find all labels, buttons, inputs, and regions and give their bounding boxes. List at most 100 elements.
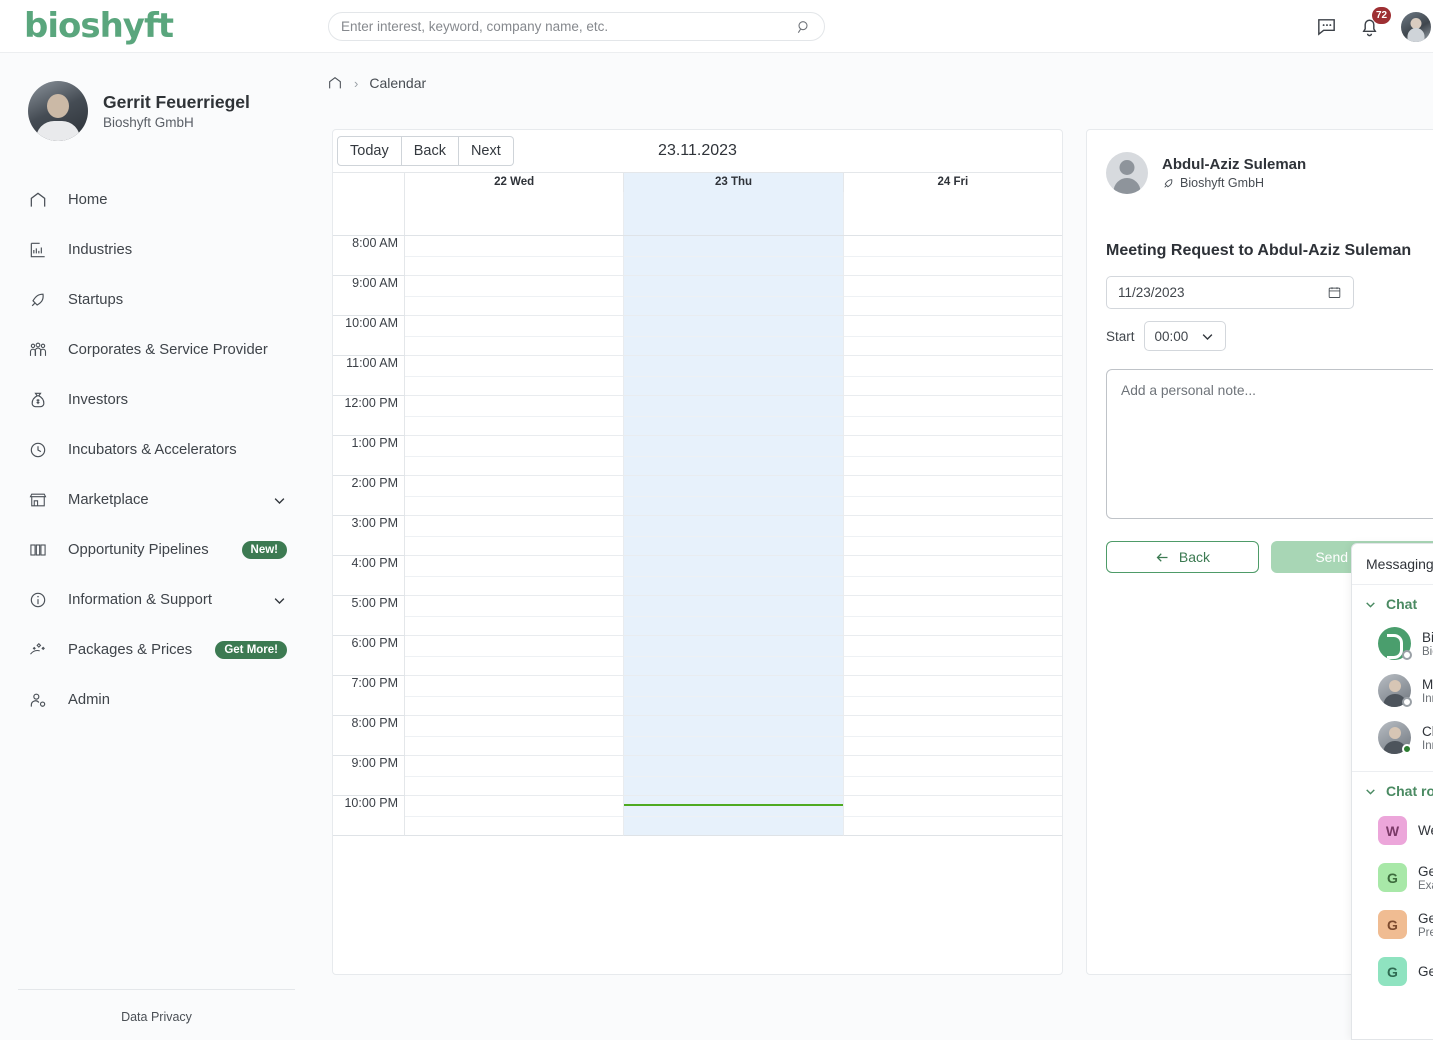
list-item[interactable]: G Ge Pre: [1352, 901, 1433, 948]
calendar-slot[interactable]: [624, 716, 844, 756]
list-item[interactable]: G Ge Exa: [1352, 854, 1433, 901]
calendar-slot[interactable]: [624, 316, 844, 356]
calendar-slot[interactable]: [624, 596, 844, 636]
calendar-slot[interactable]: [405, 716, 625, 756]
calendar-slot[interactable]: [843, 316, 1062, 356]
global-search[interactable]: [328, 12, 825, 41]
back-button[interactable]: Back: [401, 135, 459, 167]
calendar-slot[interactable]: [843, 276, 1062, 316]
calendar-slot[interactable]: [624, 636, 844, 676]
calendar-slot[interactable]: [624, 276, 844, 316]
user-avatar[interactable]: [1401, 11, 1431, 42]
sidebar-item-packages-prices[interactable]: Packages & Prices Get More!: [0, 625, 313, 675]
calendar-slot[interactable]: [624, 796, 844, 836]
search-input[interactable]: [341, 19, 796, 34]
room-sub: Exa: [1418, 879, 1433, 892]
next-button[interactable]: Next: [458, 135, 514, 167]
sidebar-item-admin[interactable]: Admin: [0, 675, 313, 725]
sidebar-item-corporates[interactable]: Corporates & Service Provider: [0, 325, 313, 375]
calendar-slot[interactable]: [843, 516, 1062, 556]
notifications-bell-icon[interactable]: 72: [1358, 7, 1391, 38]
start-time-select[interactable]: 00:00: [1143, 321, 1227, 351]
calendar-slot[interactable]: [405, 796, 625, 836]
chevron-down-icon[interactable]: [272, 593, 287, 608]
calendar-slot[interactable]: [624, 476, 844, 516]
calendar-slot[interactable]: [843, 756, 1062, 796]
calendar-slot[interactable]: [843, 676, 1062, 716]
calendar-slot[interactable]: [843, 236, 1062, 276]
chat-rooms-section-header[interactable]: Chat roo: [1352, 772, 1433, 807]
list-item[interactable]: W We: [1352, 807, 1433, 854]
calendar-slot[interactable]: [843, 476, 1062, 516]
search-icon[interactable]: [796, 19, 812, 35]
calendar-hour-row: 12:00 PM: [333, 396, 1062, 436]
sidebar-item-startups[interactable]: Startups: [0, 275, 313, 325]
list-item[interactable]: G Ge: [1352, 948, 1433, 995]
meeting-date-field[interactable]: 11/23/2023: [1106, 276, 1354, 309]
calendar-slot[interactable]: [624, 516, 844, 556]
home-icon[interactable]: [327, 75, 343, 91]
back-button-label: Back: [1178, 549, 1211, 565]
calendar-slot[interactable]: [624, 236, 844, 276]
data-privacy-link[interactable]: Data Privacy: [121, 1010, 192, 1024]
sidebar-item-opportunity-pipelines[interactable]: Opportunity Pipelines New!: [0, 525, 313, 575]
sidebar-item-home[interactable]: Home: [0, 175, 313, 225]
calendar-slot[interactable]: [405, 316, 625, 356]
calendar-slot[interactable]: [843, 716, 1062, 756]
calendar-slot[interactable]: [405, 676, 625, 716]
calendar-slot[interactable]: [843, 436, 1062, 476]
calendar-slot[interactable]: [843, 356, 1062, 396]
all-day-cell[interactable]: [844, 192, 1062, 235]
chevron-down-icon[interactable]: [1200, 329, 1215, 344]
list-item[interactable]: Chr Inn: [1352, 714, 1433, 761]
sidebar-item-marketplace[interactable]: Marketplace: [0, 475, 313, 525]
day-header-24[interactable]: 24 Fri: [844, 173, 1062, 192]
avatar: G: [1378, 957, 1407, 986]
sidebar-profile[interactable]: Gerrit Feuerriegel Bioshyft GmbH: [0, 53, 313, 141]
chat-section-header[interactable]: Chat: [1352, 585, 1433, 620]
messages-icon[interactable]: [1315, 15, 1338, 38]
personal-note-input[interactable]: [1106, 369, 1433, 519]
calendar-slot[interactable]: [405, 436, 625, 476]
day-header-23-today[interactable]: 23 Thu: [624, 173, 844, 192]
calendar-hour-row: 4:00 PM: [333, 556, 1062, 596]
sidebar-item-information-support[interactable]: Information & Support: [0, 575, 313, 625]
calendar-slot[interactable]: [405, 236, 625, 276]
calendar-slot[interactable]: [624, 556, 844, 596]
calendar-slot[interactable]: [624, 396, 844, 436]
sidebar-item-incubators[interactable]: Incubators & Accelerators: [0, 425, 313, 475]
day-header-22[interactable]: 22 Wed: [405, 173, 625, 192]
calendar-slot[interactable]: [624, 356, 844, 396]
calendar-slot[interactable]: [405, 636, 625, 676]
sidebar-item-investors[interactable]: Investors: [0, 375, 313, 425]
pipeline-icon: [28, 540, 48, 560]
list-item[interactable]: Ma Inn: [1352, 667, 1433, 714]
calendar-slot[interactable]: [405, 756, 625, 796]
calendar-slot[interactable]: [843, 636, 1062, 676]
calendar-icon[interactable]: [1327, 285, 1342, 300]
calendar-slot[interactable]: [843, 396, 1062, 436]
app-logo[interactable]: bioshyft: [24, 9, 174, 43]
back-button[interactable]: Back: [1106, 541, 1259, 573]
avatar: G: [1378, 863, 1407, 892]
calendar-slot[interactable]: [843, 596, 1062, 636]
all-day-cell[interactable]: [624, 192, 844, 235]
chevron-down-icon[interactable]: [272, 493, 287, 508]
calendar-slot[interactable]: [405, 476, 625, 516]
calendar-slot[interactable]: [405, 356, 625, 396]
calendar-slot[interactable]: [405, 396, 625, 436]
calendar-slot[interactable]: [624, 676, 844, 716]
calendar-slot[interactable]: [843, 796, 1062, 836]
list-item[interactable]: Bio Bios: [1352, 620, 1433, 667]
calendar-slot[interactable]: [405, 276, 625, 316]
calendar-slot[interactable]: [405, 516, 625, 556]
calendar-slot[interactable]: [624, 756, 844, 796]
all-day-cell[interactable]: [405, 192, 625, 235]
calendar-slot[interactable]: [405, 596, 625, 636]
calendar-slot[interactable]: [843, 556, 1062, 596]
sidebar-item-industries[interactable]: Industries: [0, 225, 313, 275]
today-button[interactable]: Today: [337, 135, 402, 167]
calendar-slot[interactable]: [624, 436, 844, 476]
calendar-slot[interactable]: [405, 556, 625, 596]
avatar: W: [1378, 816, 1407, 845]
